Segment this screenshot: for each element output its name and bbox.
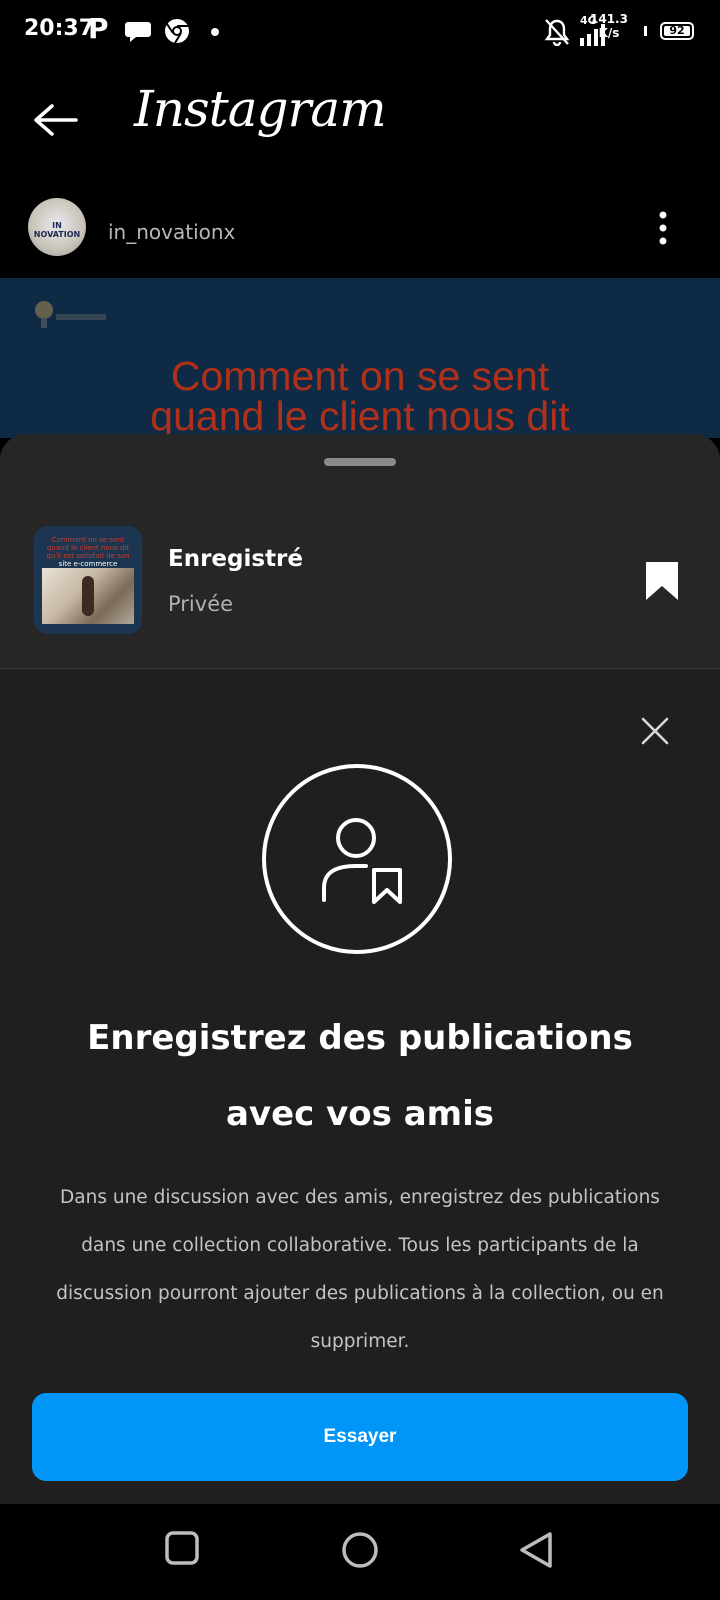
thumb-text-line-4: site e-commerce: [58, 560, 118, 568]
net-speed: 141.3 K/s: [590, 12, 628, 40]
recents-square-icon[interactable]: [164, 1530, 200, 1566]
post-text-line-1: Comment on se sent: [170, 353, 550, 399]
p-app-icon: P: [88, 12, 109, 45]
status-time: 20:37: [24, 16, 95, 41]
close-icon[interactable]: [640, 716, 670, 746]
thumb-text-line-2: quand le client nous dit: [46, 544, 130, 552]
promo-body: Dans une discussion avec des amis, enreg…: [56, 1187, 664, 1352]
collection-title: Enregistré: [168, 546, 304, 572]
notification-dot-icon: [211, 28, 219, 36]
post-logo-icon: [35, 301, 106, 328]
more-options-icon[interactable]: [656, 210, 670, 246]
battery-level: 92: [669, 24, 685, 37]
promo-headline: Enregistrez des publications avec vos am…: [87, 1018, 633, 1134]
mute-bell-icon: [544, 19, 570, 46]
chrome-icon: [165, 19, 189, 44]
thumb-text-line-3: qu'il est satisfait de son: [46, 552, 130, 560]
back-triangle-icon[interactable]: [518, 1530, 554, 1570]
battery-tip: [644, 26, 647, 36]
divider: [0, 668, 720, 669]
post-text-line-2: quand le client nous dit: [150, 393, 570, 439]
collection-thumbnail: Comment on se sent quand le client nous …: [34, 526, 142, 634]
battery-icon: 92: [660, 22, 694, 40]
avatar[interactable]: IN NOVATION: [28, 198, 86, 256]
back-arrow-icon[interactable]: [32, 102, 78, 138]
sheet-grab-handle[interactable]: [324, 458, 396, 466]
home-circle-icon[interactable]: [340, 1530, 380, 1570]
net-speed-value: 141.3: [590, 12, 628, 26]
try-button[interactable]: Essayer: [32, 1393, 688, 1481]
thumb-text-line-1: Comment on se sent: [51, 536, 125, 544]
post-username[interactable]: in_novationx: [108, 220, 235, 244]
chat-bubble-icon: [125, 22, 151, 42]
app-title: Instagram: [134, 80, 387, 138]
net-speed-unit: K/s: [598, 26, 620, 40]
thumb-photo: [42, 568, 134, 624]
bookmark-filled-icon[interactable]: [644, 560, 680, 602]
user-bookmark-icon: [322, 818, 402, 904]
collection-privacy: Privée: [168, 592, 234, 616]
avatar-logo-text: IN NOVATION: [33, 221, 81, 239]
